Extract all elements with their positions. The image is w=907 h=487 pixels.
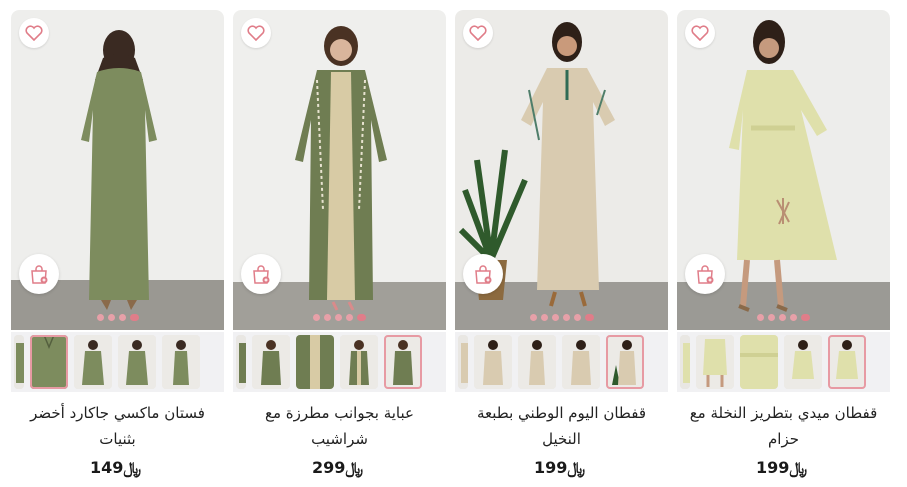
wishlist-button[interactable] [19,18,49,48]
riyal-currency-icon: ﷼ [123,458,142,477]
image-pagination [455,314,668,321]
riyal-currency-icon: ﷼ [789,458,808,477]
pagination-dot[interactable] [757,314,764,321]
add-to-bag-button[interactable] [19,254,59,294]
thumbnail[interactable] [340,335,378,389]
pagination-dot-active[interactable] [357,314,366,321]
product-card[interactable]: عباية بجوانب مطرزة مع شراشيب ﷼299 [233,10,446,487]
thumbnail[interactable] [740,335,778,389]
pagination-dot[interactable] [529,314,537,321]
image-pagination [677,314,890,321]
pagination-dot-active[interactable] [801,314,810,321]
thumbnail[interactable] [784,335,822,389]
product-price: ﷼199 [455,458,668,478]
product-card[interactable]: فستان ماكسي جاكارد أخضر بثنيات ﷼149 [11,10,224,487]
pagination-dot-active[interactable] [129,314,139,321]
pagination-dot[interactable] [562,314,570,321]
wishlist-button[interactable] [685,18,715,48]
heart-outline-icon [469,25,487,41]
thumbnail[interactable] [562,335,600,389]
pagination-dot[interactable] [779,314,786,321]
riyal-currency-icon: ﷼ [567,458,586,477]
thumbnail[interactable] [296,335,334,389]
pagination-dot-active[interactable] [584,314,594,321]
wishlist-button[interactable] [241,18,271,48]
price-value: 199 [755,458,790,477]
thumbnail[interactable] [680,335,690,389]
thumbnail[interactable] [518,335,556,389]
price-value: 199 [533,458,568,477]
pagination-dot[interactable] [313,314,320,321]
heart-outline-icon [25,25,43,41]
riyal-currency-icon: ﷼ [345,458,364,477]
thumbnail[interactable] [14,335,24,389]
pagination-dot[interactable] [768,314,775,321]
product-grid: فستان ماكسي جاكارد أخضر بثنيات ﷼149 عباي… [0,0,907,487]
product-title[interactable]: قفطان اليوم الوطني بطبعة النخيل [463,400,660,450]
product-title[interactable]: عباية بجوانب مطرزة مع شراشيب [241,400,438,450]
product-title[interactable]: فستان ماكسي جاكارد أخضر بثنيات [19,400,216,450]
add-to-bag-button[interactable] [463,254,503,294]
thumbnail-strip[interactable] [455,332,668,392]
pagination-dot[interactable] [96,314,104,321]
price-value: 299 [311,458,346,477]
thumbnail[interactable] [162,335,200,389]
heart-outline-icon [247,25,265,41]
pagination-dot[interactable] [335,314,342,321]
pagination-dot[interactable] [551,314,559,321]
thumbnail-selected[interactable] [606,335,644,389]
add-to-bag-button[interactable] [241,254,281,294]
price-value: 149 [89,458,124,477]
pagination-dot[interactable] [790,314,797,321]
thumbnail[interactable] [458,335,468,389]
thumbnail-strip[interactable] [677,332,890,392]
pagination-dot[interactable] [118,314,126,321]
thumbnail-strip[interactable] [11,332,224,392]
product-card[interactable]: قفطان ميدي بتطريز النخلة مع حزام ﷼199 [677,10,890,487]
add-to-bag-button[interactable] [685,254,725,294]
thumbnail[interactable] [252,335,290,389]
product-title[interactable]: قفطان ميدي بتطريز النخلة مع حزام [685,400,882,450]
pagination-dot[interactable] [346,314,353,321]
pagination-dot[interactable] [107,314,115,321]
shopping-bag-plus-icon [253,265,270,284]
heart-outline-icon [691,25,709,41]
product-price: ﷼149 [11,458,224,478]
pagination-dot[interactable] [324,314,331,321]
thumbnail[interactable] [118,335,156,389]
thumbnail[interactable] [236,335,246,389]
thumbnail[interactable] [696,335,734,389]
thumbnail-selected[interactable] [384,335,422,389]
product-price: ﷼299 [233,458,446,478]
thumbnail-strip[interactable] [233,332,446,392]
shopping-bag-plus-icon [697,265,714,284]
wishlist-button[interactable] [463,18,493,48]
pagination-dot[interactable] [540,314,548,321]
thumbnail[interactable] [474,335,512,389]
thumbnail[interactable] [74,335,112,389]
image-pagination [11,314,224,321]
shopping-bag-plus-icon [31,265,48,284]
image-pagination [233,314,446,321]
shopping-bag-plus-icon [475,265,492,284]
pagination-dot[interactable] [573,314,581,321]
product-card[interactable]: قفطان اليوم الوطني بطبعة النخيل ﷼199 [455,10,668,487]
thumbnail-selected[interactable] [30,335,68,389]
product-price: ﷼199 [677,458,890,478]
thumbnail-selected[interactable] [828,335,866,389]
